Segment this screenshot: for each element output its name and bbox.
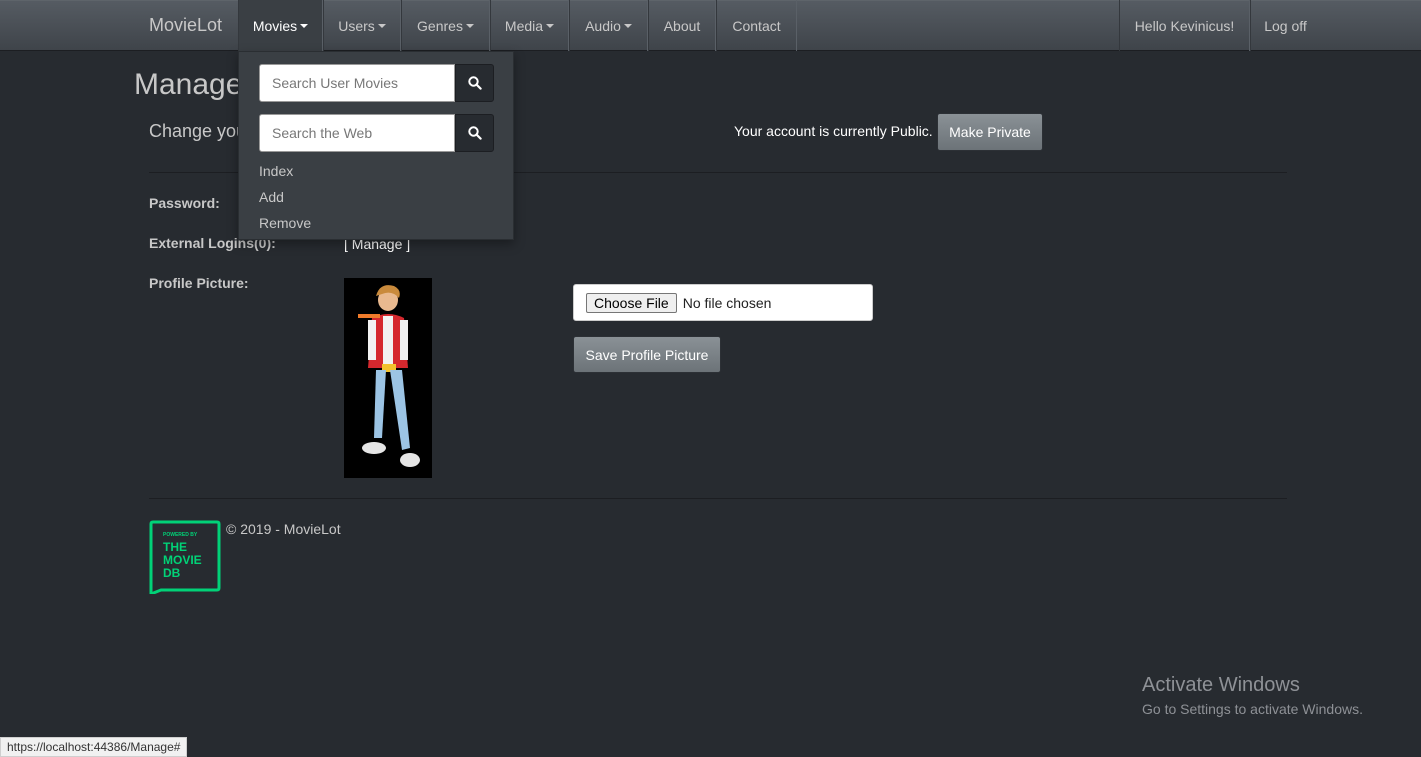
nav-contact[interactable]: Contact (716, 0, 797, 51)
tmdb-logo[interactable]: POWERED BY THE MOVIE DB (149, 520, 221, 597)
nav-genres[interactable]: Genres (401, 0, 490, 51)
file-upload-field[interactable]: Choose File No file chosen (573, 284, 873, 321)
search-user-movies-group (259, 64, 494, 102)
copyright-text: © 2019 - MovieLot (226, 521, 341, 537)
profile-character-image (344, 278, 432, 478)
file-status-text: No file chosen (682, 294, 772, 311)
svg-text:DB: DB (163, 566, 181, 580)
navbar: MovieLot Movies Users Genres Media Audio… (0, 0, 1421, 51)
nav-audio[interactable]: Audio (569, 0, 648, 51)
browser-status-url: https://localhost:44386/Manage# (0, 737, 188, 757)
dropdown-item-index[interactable]: Index (259, 163, 293, 179)
svg-text:MOVIE: MOVIE (163, 553, 202, 567)
movies-dropdown-menu: Index Add Remove (238, 51, 514, 240)
activate-windows-subtitle: Go to Settings to activate Windows. (1142, 701, 1363, 717)
caret-down-icon (300, 23, 309, 28)
nav-audio-label: Audio (585, 17, 621, 34)
nav-about-label: About (663, 17, 701, 34)
profile-picture (344, 278, 432, 478)
search-web-button[interactable] (455, 114, 494, 152)
dropdown-item-add[interactable]: Add (259, 189, 284, 205)
nav-media[interactable]: Media (490, 0, 569, 51)
account-status-text: Your account is currently Public. (734, 123, 933, 139)
activate-windows-title: Activate Windows (1142, 674, 1300, 696)
caret-down-icon (546, 23, 555, 28)
logoff-label: Log off (1264, 17, 1307, 34)
nav-movies-label: Movies (252, 17, 298, 34)
greeting-label: Hello Kevinicus! (1134, 17, 1235, 34)
nav-greeting[interactable]: Hello Kevinicus! (1119, 0, 1250, 51)
caret-down-icon (623, 23, 632, 28)
search-user-movies-input[interactable] (259, 64, 455, 102)
page-subtitle: Change you (149, 121, 247, 141)
choose-file-button[interactable]: Choose File (586, 292, 677, 313)
nav-about[interactable]: About (648, 0, 716, 51)
password-label: Password: (149, 195, 220, 211)
footer-divider (149, 498, 1287, 499)
make-private-button[interactable]: Make Private (937, 113, 1043, 151)
search-user-movies-button[interactable] (455, 64, 494, 102)
svg-text:POWERED BY: POWERED BY (163, 532, 198, 538)
nav-genres-label: Genres (417, 17, 463, 34)
brand-link[interactable]: MovieLot (149, 15, 222, 36)
nav-media-label: Media (504, 17, 544, 34)
nav-users[interactable]: Users (323, 0, 401, 51)
search-icon (467, 76, 482, 90)
caret-down-icon (377, 23, 386, 28)
activate-windows-watermark: Activate Windows Go to Settings to activ… (1142, 674, 1363, 717)
search-icon (467, 126, 482, 140)
nav-users-label: Users (338, 17, 375, 34)
page-title: Manage (134, 68, 243, 101)
save-profile-picture-button[interactable]: Save Profile Picture (573, 336, 721, 373)
search-web-group (259, 114, 494, 152)
dropdown-item-remove[interactable]: Remove (259, 215, 311, 231)
caret-down-icon (465, 23, 474, 28)
nav-movies[interactable]: Movies (238, 0, 323, 51)
search-web-input[interactable] (259, 114, 455, 152)
nav-logoff[interactable]: Log off (1250, 0, 1320, 51)
svg-text:THE: THE (163, 540, 187, 554)
profile-picture-label: Profile Picture: (149, 275, 249, 291)
nav-contact-label: Contact (732, 17, 781, 34)
